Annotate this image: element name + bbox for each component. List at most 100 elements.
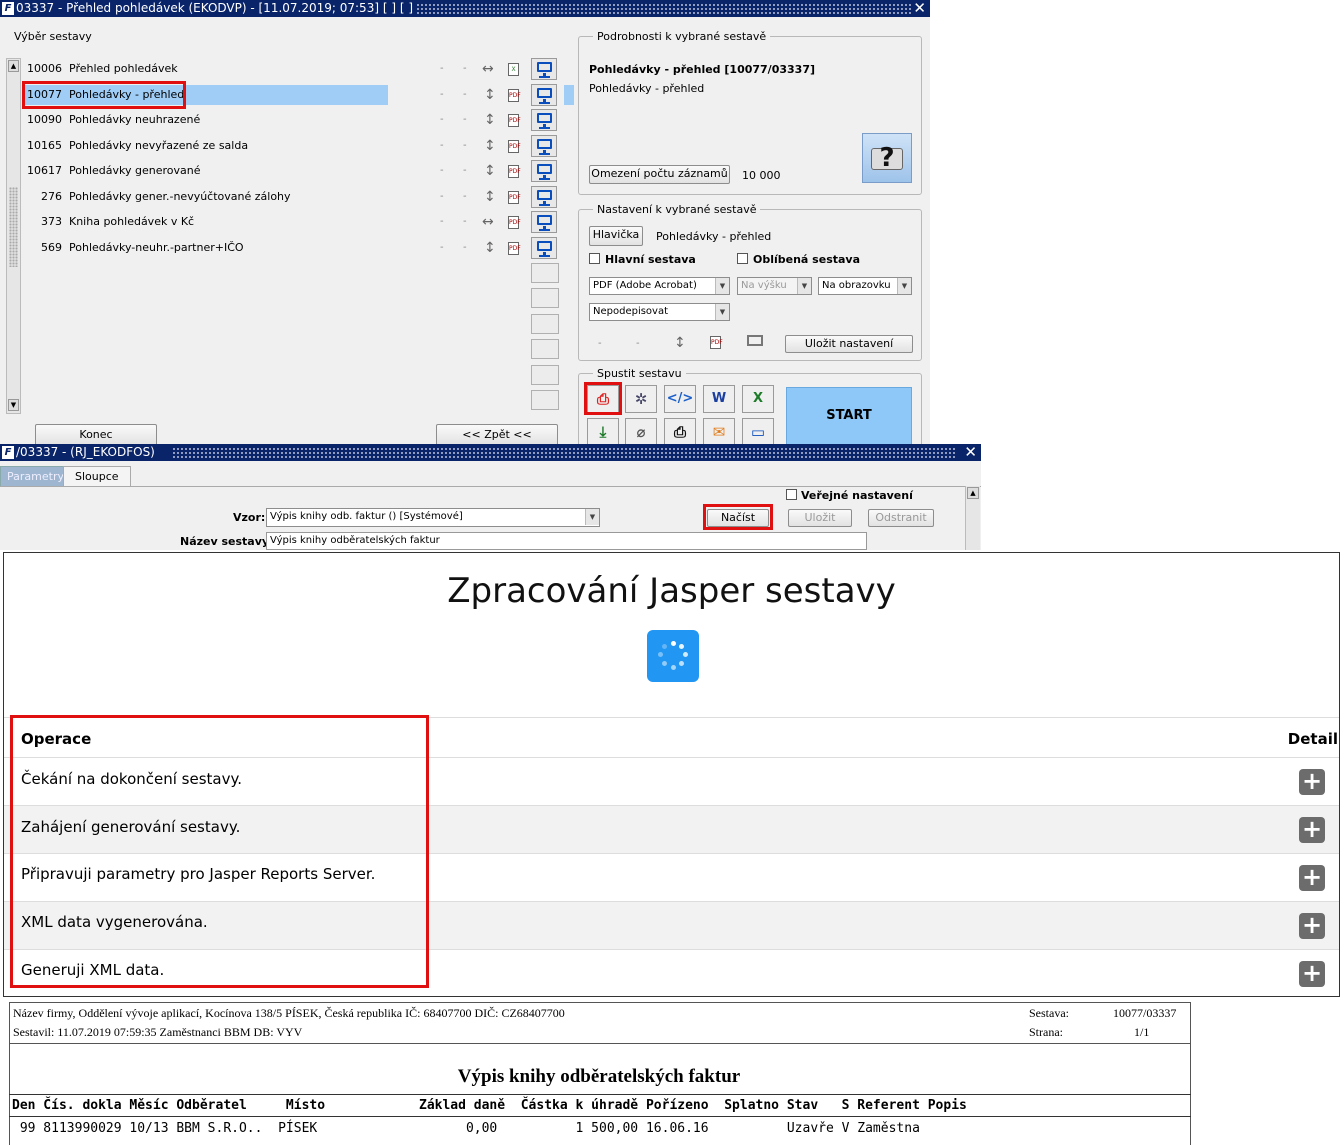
window1-titlebar: F 03337 - Přehled pohledávek (EKODVP) - … xyxy=(0,0,930,17)
pdf-file-icon: PDF xyxy=(508,216,521,229)
report-name-input[interactable]: Výpis knihy odběratelských faktur xyxy=(266,532,867,550)
report-table-header: Den Čís. dokla Měsíc Odběratel Místo Zák… xyxy=(12,1098,967,1113)
report-row[interactable]: 569 Pohledávky-neuhr.-partner+IČO xyxy=(24,238,388,258)
konec-button[interactable]: Konec xyxy=(35,424,157,444)
plus-icon[interactable]: + xyxy=(1299,769,1325,795)
signature-select[interactable]: Nepodepisovat ▼ xyxy=(589,303,730,321)
report-row[interactable]: 373 Kniha pohledávek v Kč xyxy=(24,212,388,232)
start-button[interactable]: START xyxy=(786,387,912,444)
settings-group-label: Nastavení k vybrané sestavě xyxy=(597,203,757,216)
loading-spinner-icon xyxy=(647,630,699,682)
row-flag: - xyxy=(463,191,467,202)
landscape-icon: ↔ xyxy=(482,214,494,230)
chevron-down-icon: ▼ xyxy=(897,278,911,294)
screen-output-icon[interactable] xyxy=(531,58,557,80)
screen-icon[interactable]: ▭ xyxy=(742,418,774,444)
report-row[interactable]: 10617 Pohledávky generované xyxy=(24,161,388,181)
pdf-file-icon: PDF xyxy=(508,114,521,127)
settings-flag: - xyxy=(598,338,602,349)
report-row[interactable]: 276 Pohledávky gener.-nevyúčtované zálohy xyxy=(24,187,388,207)
public-settings-checkbox[interactable] xyxy=(786,489,797,500)
portrait-icon: ↕ xyxy=(484,112,496,128)
screen-output-icon[interactable] xyxy=(531,135,557,157)
row-flag: - xyxy=(463,63,467,74)
report-name: Pohledávky nevyřazené ze salda xyxy=(69,139,249,152)
pdf-file-icon: PDF xyxy=(508,89,521,102)
template-select[interactable]: Výpis knihy odb. faktur () [Systémové] ▼ xyxy=(266,508,600,527)
attachment-icon[interactable]: ⌀ xyxy=(625,418,657,444)
row-flag: - xyxy=(440,114,444,125)
word-icon[interactable]: W xyxy=(703,385,735,413)
printer-icon[interactable]: ⎙ xyxy=(664,418,696,444)
pdf-file-icon: PDF xyxy=(508,242,521,255)
pdf-file-icon: PDF xyxy=(508,165,521,178)
report-code: 373 xyxy=(41,215,62,228)
row-flag: - xyxy=(440,63,444,74)
close-icon[interactable]: ✕ xyxy=(913,0,926,17)
back-button[interactable]: << Zpět << xyxy=(436,424,558,444)
col-detail: Detail xyxy=(1287,730,1338,748)
report-code: 569 xyxy=(41,241,62,254)
page-value: 1/1 xyxy=(1134,1025,1150,1039)
report-name: Pohledávky-neuhr.-partner+IČO xyxy=(69,241,244,254)
printer-help-icon[interactable]: ? xyxy=(862,133,912,183)
code-icon[interactable]: </> xyxy=(664,385,696,413)
screen-output-icon[interactable] xyxy=(531,160,557,182)
format-select[interactable]: PDF (Adobe Acrobat) ▼ xyxy=(589,277,730,295)
delete-button: Odstranit xyxy=(868,509,934,527)
download-icon[interactable]: ⤓ xyxy=(587,418,619,444)
close-icon[interactable]: ✕ xyxy=(964,444,977,461)
save-button: Uložit xyxy=(788,509,852,527)
save-settings-button[interactable]: Uložit nastavení xyxy=(785,335,913,353)
template-value: Výpis knihy odb. faktur () [Systémové] xyxy=(270,511,463,522)
screen-output-icon[interactable] xyxy=(531,211,557,233)
output-select[interactable]: Na obrazovku ▼ xyxy=(818,277,912,295)
favorite-report-checkbox[interactable] xyxy=(737,253,748,264)
excel-icon[interactable]: X xyxy=(742,385,774,413)
app-logo-icon: F xyxy=(2,2,14,15)
report-id-label: Sestava: xyxy=(1029,1006,1069,1020)
tab-parameters[interactable]: Parametry xyxy=(0,466,71,486)
screen-output-icon[interactable] xyxy=(531,186,557,208)
empty-slot xyxy=(531,339,559,359)
report-row[interactable]: 10165 Pohledávky nevyřazené ze salda xyxy=(24,136,388,156)
plus-icon[interactable]: + xyxy=(1299,865,1325,891)
tab-columns[interactable]: Sloupce xyxy=(63,466,131,486)
plus-icon[interactable]: + xyxy=(1299,961,1325,987)
email-icon[interactable]: ✉ xyxy=(703,418,735,444)
jasper-icon[interactable]: ✲ xyxy=(625,385,657,413)
screen-output-icon[interactable] xyxy=(531,109,557,131)
plus-icon[interactable]: + xyxy=(1299,913,1325,939)
company-line: Název firmy, Oddělení vývoje aplikací, K… xyxy=(13,1006,565,1020)
plus-icon[interactable]: + xyxy=(1299,817,1325,843)
screen-output-icon[interactable] xyxy=(531,237,557,259)
report-row[interactable]: 10090 Pohledávky neuhrazené xyxy=(24,110,388,130)
report-name: Pohledávky gener.-nevyúčtované zálohy xyxy=(69,190,291,203)
output-value: Na obrazovku xyxy=(822,280,891,291)
params-scrollbar[interactable]: ▲ xyxy=(965,486,980,550)
header-button[interactable]: Hlavička xyxy=(589,226,643,246)
report-list-scrollbar[interactable]: ▲ ▼ xyxy=(6,58,21,414)
excel-file-icon: X xyxy=(508,63,519,76)
row-flag: - xyxy=(440,140,444,151)
scroll-thumb[interactable] xyxy=(9,187,18,267)
report-name: Přehled pohledávek xyxy=(69,62,178,75)
highlight-selected-report xyxy=(22,81,186,109)
screen-output-icon[interactable] xyxy=(531,84,557,106)
row-flag: - xyxy=(440,216,444,227)
limit-records-button[interactable]: Omezení počtu záznamů xyxy=(589,165,730,184)
report-code: 276 xyxy=(41,190,62,203)
favorite-report-label: Oblíbená sestava xyxy=(753,253,861,266)
empty-slot xyxy=(531,288,559,308)
chevron-down-icon: ▼ xyxy=(715,278,729,294)
main-report-label: Hlavní sestava xyxy=(605,253,696,266)
scroll-up-icon[interactable]: ▲ xyxy=(967,487,979,499)
tab-divider xyxy=(0,486,981,487)
scroll-down-icon[interactable]: ▼ xyxy=(8,399,19,411)
report-code: 10617 xyxy=(27,164,62,177)
table-rule xyxy=(9,1094,1191,1095)
report-row[interactable]: 10006 Přehled pohledávek xyxy=(24,59,388,79)
scroll-up-icon[interactable]: ▲ xyxy=(8,60,19,72)
main-report-checkbox[interactable] xyxy=(589,253,600,264)
run-group-label: Spustit sestavu xyxy=(597,367,682,380)
